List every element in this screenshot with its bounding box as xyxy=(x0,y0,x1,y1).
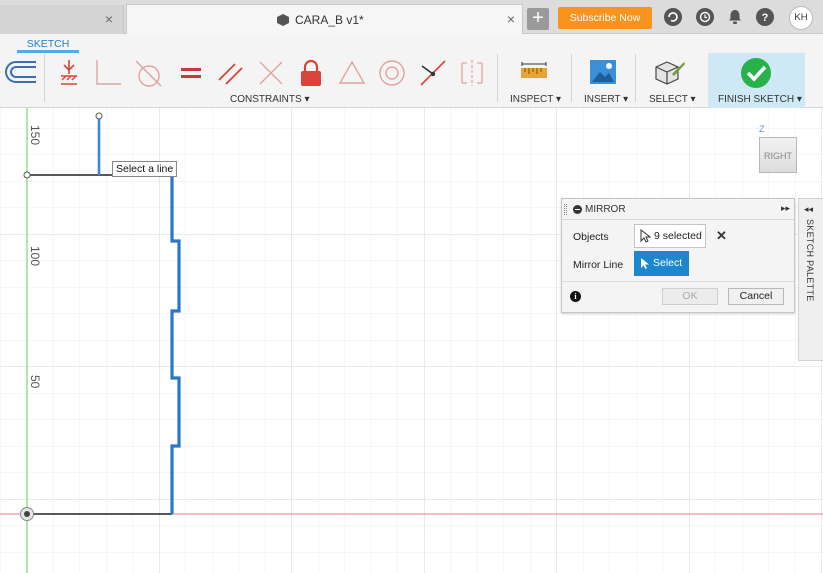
select-menu[interactable]: SELECT ▾ xyxy=(649,94,696,105)
new-tab-button[interactable]: + xyxy=(527,8,549,30)
sketch-toolbar: SKETCH CONSTRAINTS ▾ INSPECT ▾ INSERT ▾ … xyxy=(0,34,823,108)
info-icon[interactable]: i xyxy=(570,291,581,302)
sketch-palette-label: SKETCH PALETTE xyxy=(805,219,815,302)
collinear-icon[interactable] xyxy=(418,58,448,88)
concentric-icon[interactable] xyxy=(377,58,407,88)
sketch-canvas[interactable]: 150 100 50 Select a line xyxy=(0,108,823,573)
svg-text:?: ? xyxy=(762,12,769,24)
view-cube-axis-label: Z xyxy=(759,124,765,134)
design-document-icon xyxy=(277,14,289,26)
sketch-grid xyxy=(0,108,823,573)
cursor-tooltip: Select a line xyxy=(112,161,178,177)
fusion-window: × CARA_B v1* × + Subscribe Now ? KH SKET… xyxy=(0,0,823,573)
parallel-icon[interactable] xyxy=(216,58,246,88)
tangent-icon[interactable] xyxy=(133,58,167,88)
toolbar-separator xyxy=(571,54,572,102)
previous-document-tab[interactable]: × xyxy=(0,5,124,34)
drag-handle-icon[interactable] xyxy=(564,204,567,215)
perpendicular-icon[interactable] xyxy=(256,58,286,88)
mirror-dialog: MIRROR ▸▸ Objects 9 selected ✕ Mirror Li… xyxy=(561,198,795,313)
user-avatar[interactable]: KH xyxy=(789,6,813,30)
toolbar-separator xyxy=(497,54,498,102)
mirror-line-label: Mirror Line xyxy=(573,259,624,271)
toolbar-separator xyxy=(44,54,45,102)
lock-icon[interactable] xyxy=(298,58,324,88)
origin-point-center xyxy=(24,511,30,517)
insert-image-icon[interactable] xyxy=(589,58,617,88)
document-tab-bar: × CARA_B v1* × + Subscribe Now ? KH xyxy=(0,0,823,35)
finish-sketch-menu[interactable]: FINISH SKETCH ▾ xyxy=(718,94,802,105)
axis-label-150: 150 xyxy=(28,125,42,146)
measure-icon[interactable] xyxy=(519,58,549,88)
objects-count: 9 selected xyxy=(654,230,702,242)
symmetry-icon[interactable] xyxy=(458,58,486,88)
expand-dialog-icon[interactable]: ▸▸ xyxy=(781,203,790,214)
subscribe-button[interactable]: Subscribe Now xyxy=(558,7,652,29)
constraints-menu[interactable]: CONSTRAINTS ▾ xyxy=(230,94,309,105)
midpoint-icon[interactable] xyxy=(337,58,367,88)
insert-menu[interactable]: INSERT ▾ xyxy=(584,94,628,105)
objects-label: Objects xyxy=(573,231,609,243)
expand-palette-icon[interactable]: ◂◂ xyxy=(804,204,813,215)
sketch-point xyxy=(95,112,103,120)
help-icon[interactable]: ? xyxy=(756,8,774,26)
clear-selection-icon[interactable]: ✕ xyxy=(716,228,727,244)
cursor-arrow-icon xyxy=(641,258,649,269)
job-status-icon[interactable] xyxy=(664,8,682,26)
sketch-point xyxy=(23,171,31,179)
sketch-palette-collapsed[interactable]: ◂◂ SKETCH PALETTE xyxy=(798,198,823,361)
active-document-tab[interactable]: CARA_B v1* × xyxy=(126,4,523,35)
cancel-button[interactable]: Cancel xyxy=(728,288,784,305)
checkmark-icon[interactable] xyxy=(740,57,772,89)
fix-icon[interactable] xyxy=(58,58,80,88)
clock-history-icon[interactable] xyxy=(696,8,714,26)
notification-bell-icon[interactable] xyxy=(726,8,744,26)
objects-selection[interactable]: 9 selected xyxy=(634,224,706,248)
close-tab-icon[interactable]: × xyxy=(507,11,515,27)
toolbar-separator xyxy=(635,54,636,102)
dialog-title: MIRROR xyxy=(585,204,626,215)
axis-label-100: 100 xyxy=(28,246,42,267)
ok-button[interactable]: OK xyxy=(662,288,718,305)
document-title: CARA_B v1* xyxy=(295,13,364,27)
offset-icon[interactable] xyxy=(2,58,40,88)
view-cube[interactable]: RIGHT xyxy=(759,137,797,173)
select-button-label: Select xyxy=(653,257,683,269)
select-box-icon[interactable] xyxy=(652,58,686,88)
axis-label-50: 50 xyxy=(28,375,42,389)
mirror-dialog-header[interactable]: MIRROR ▸▸ xyxy=(562,199,794,220)
collapse-dialog-icon[interactable] xyxy=(573,205,582,214)
tab-sketch[interactable]: SKETCH xyxy=(17,36,79,53)
inspect-menu[interactable]: INSPECT ▾ xyxy=(510,94,561,105)
dialog-divider xyxy=(562,281,794,282)
cursor-arrow-icon xyxy=(640,229,651,243)
mirror-line-select-button[interactable]: Select xyxy=(634,251,689,276)
horizontal-vertical-icon[interactable] xyxy=(93,58,123,88)
equal-icon[interactable] xyxy=(179,58,203,88)
close-tab-icon[interactable]: × xyxy=(105,11,113,27)
